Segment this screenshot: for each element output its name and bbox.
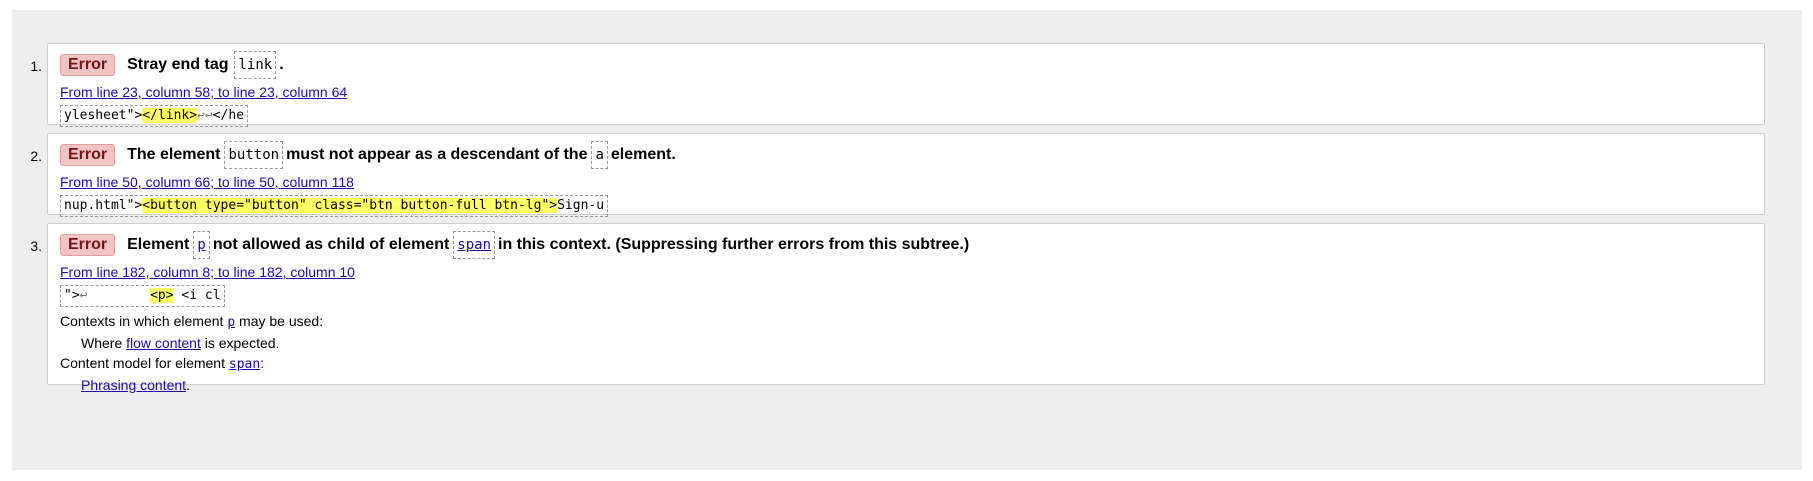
code-term-link[interactable]: span xyxy=(453,231,496,259)
message-text: Stray end tag xyxy=(127,56,229,73)
code-term: button xyxy=(224,141,284,169)
message-text-mid: must not appear as a descendant of the xyxy=(286,146,588,163)
message-item: 2. Error The element button must not app… xyxy=(30,133,1765,217)
message-item: 1. Error Stray end tag link . From line … xyxy=(30,43,1765,127)
message-text-end: . xyxy=(279,56,284,73)
message-text-mid: not allowed as child of element xyxy=(212,236,450,253)
message-list: 1. Error Stray end tag link . From line … xyxy=(12,43,1802,393)
code-term: link xyxy=(234,51,277,79)
location-link[interactable]: From line 182, column 8; to line 182, co… xyxy=(60,264,355,280)
location-link[interactable]: From line 50, column 66; to line 50, col… xyxy=(60,174,354,190)
extract-post: Sign-u xyxy=(557,198,605,213)
extract-post: <i cl xyxy=(173,288,221,303)
content-model-text: Content model for element xyxy=(60,355,225,371)
extract-post: </he xyxy=(212,108,245,123)
message-text-end: element. xyxy=(610,146,676,163)
source-extract: nup.html"><button type="button" class="b… xyxy=(60,195,609,217)
message-number: 2. xyxy=(30,148,42,164)
flow-content-link[interactable]: flow content xyxy=(126,335,201,351)
message-number: 3. xyxy=(30,238,42,254)
extract-linebreaks: ↩↩ xyxy=(197,108,213,123)
message-heading: Error Element p not allowed as child of … xyxy=(60,231,1752,259)
contexts-where: Where xyxy=(81,335,123,351)
results-panel: 1. Error Stray end tag link . From line … xyxy=(12,10,1802,470)
extract-pre: "> xyxy=(64,288,80,303)
content-model-period: . xyxy=(186,377,190,393)
content-model-detail: Phrasing content. xyxy=(60,375,1752,395)
code-term: a xyxy=(591,141,608,169)
message-number: 1. xyxy=(30,58,42,74)
error-badge: Error xyxy=(60,54,116,76)
message-text: Element xyxy=(127,236,190,253)
content-model-colon: : xyxy=(260,355,265,371)
extract-pre: nup.html"> xyxy=(64,198,143,213)
error-badge: Error xyxy=(60,144,116,166)
content-model-label: Content model for element span: xyxy=(60,353,1752,375)
contexts-expected: is expected. xyxy=(204,335,280,351)
extract-pre: ylesheet"> xyxy=(64,108,143,123)
code-term-link[interactable]: p xyxy=(193,231,210,259)
phrasing-content-link[interactable]: Phrasing content xyxy=(81,377,186,393)
contexts-section: Contexts in which element p may be used:… xyxy=(60,311,1752,395)
message-item: 3. Error Element p not allowed as child … xyxy=(30,223,1765,393)
extract-highlight: </link> xyxy=(142,108,198,123)
contexts-label: Contexts in which element p may be used: xyxy=(60,311,1752,333)
element-link[interactable]: span xyxy=(229,357,260,372)
contexts-label-text: Contexts in which element xyxy=(60,313,224,329)
message-heading: Error Stray end tag link . xyxy=(60,51,1752,79)
extract-highlight: <p> xyxy=(150,288,174,303)
source-extract: ylesheet"></link>↩↩</he xyxy=(60,105,249,127)
contexts-detail: Where flow content is expected. xyxy=(60,333,1752,353)
error-badge: Error xyxy=(60,234,116,256)
contexts-label-text-end: may be used: xyxy=(239,313,324,329)
element-link[interactable]: p xyxy=(227,315,235,330)
location-link[interactable]: From line 23, column 58; to line 23, col… xyxy=(60,84,347,100)
message-heading: Error The element button must not appear… xyxy=(60,141,1752,169)
extract-highlight: <button type="button" class="btn button-… xyxy=(142,198,558,213)
extract-linebreaks: ↩ xyxy=(79,288,151,303)
message-text: The element xyxy=(127,146,221,163)
source-extract: ">↩ <p> <i cl xyxy=(60,285,225,307)
message-text-end: in this context. (Suppressing further er… xyxy=(498,236,970,253)
